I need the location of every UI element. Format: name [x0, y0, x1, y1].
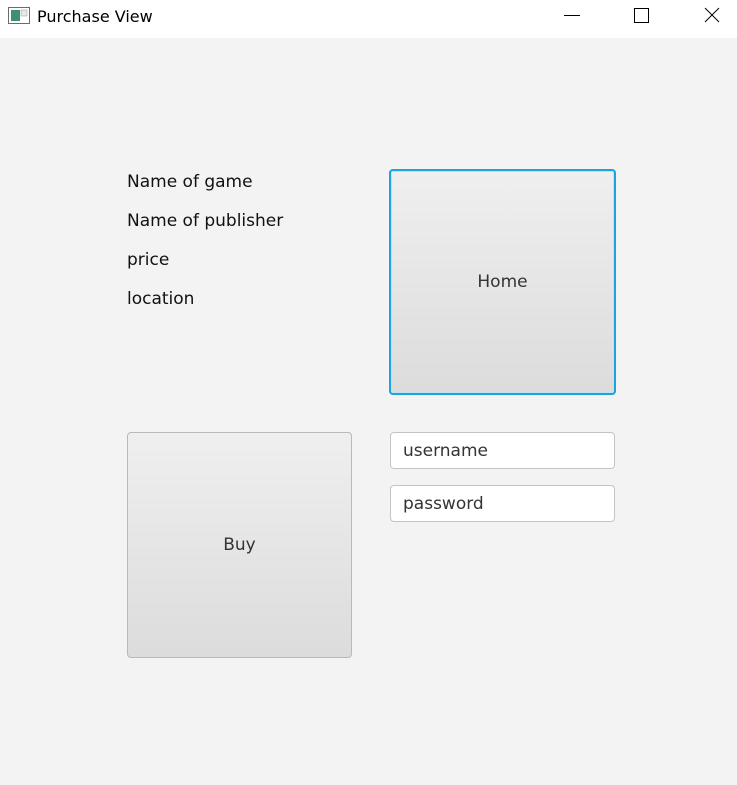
window-title: Purchase View [37, 7, 153, 26]
purchase-view-window: Purchase View Name of game Name of publi… [0, 0, 737, 785]
buy-button-label: Buy [223, 535, 256, 555]
home-button-label: Home [477, 272, 528, 292]
password-field[interactable] [390, 485, 615, 522]
minimize-icon [564, 15, 580, 16]
home-button[interactable]: Home [389, 169, 616, 395]
maximize-button[interactable] [618, 0, 664, 32]
app-icon [8, 7, 30, 24]
close-icon [704, 7, 720, 23]
maximize-icon [634, 8, 649, 23]
minimize-button[interactable] [549, 0, 595, 32]
publisher-name-label: Name of publisher [127, 211, 284, 231]
username-field[interactable] [390, 432, 615, 469]
buy-button[interactable]: Buy [127, 432, 352, 658]
location-label: location [127, 289, 195, 309]
price-label: price [127, 250, 170, 270]
game-name-label: Name of game [127, 172, 253, 192]
close-button[interactable] [688, 0, 734, 32]
title-bar[interactable]: Purchase View [0, 0, 737, 38]
